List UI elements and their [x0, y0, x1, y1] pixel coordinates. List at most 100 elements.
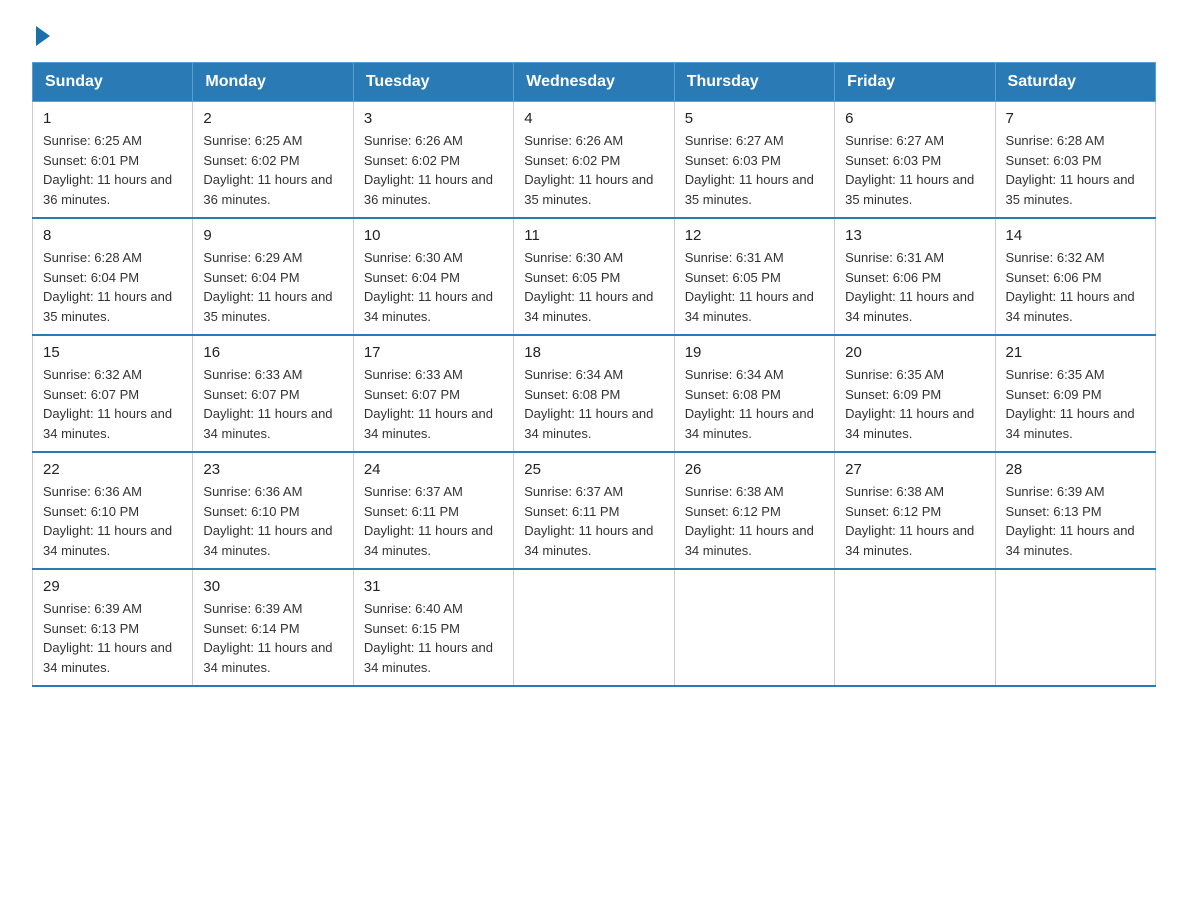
day-info: Sunrise: 6:37 AM Sunset: 6:11 PM Dayligh… — [364, 482, 503, 560]
calendar-day-18: 18 Sunrise: 6:34 AM Sunset: 6:08 PM Dayl… — [514, 335, 674, 452]
day-number: 2 — [203, 110, 342, 127]
calendar-day-30: 30 Sunrise: 6:39 AM Sunset: 6:14 PM Dayl… — [193, 569, 353, 686]
column-header-friday: Friday — [835, 63, 995, 102]
day-number: 8 — [43, 227, 182, 244]
calendar-day-16: 16 Sunrise: 6:33 AM Sunset: 6:07 PM Dayl… — [193, 335, 353, 452]
calendar-day-28: 28 Sunrise: 6:39 AM Sunset: 6:13 PM Dayl… — [995, 452, 1155, 569]
calendar-day-8: 8 Sunrise: 6:28 AM Sunset: 6:04 PM Dayli… — [33, 218, 193, 335]
day-info: Sunrise: 6:38 AM Sunset: 6:12 PM Dayligh… — [685, 482, 824, 560]
calendar-day-14: 14 Sunrise: 6:32 AM Sunset: 6:06 PM Dayl… — [995, 218, 1155, 335]
day-info: Sunrise: 6:40 AM Sunset: 6:15 PM Dayligh… — [364, 599, 503, 677]
calendar-week-2: 8 Sunrise: 6:28 AM Sunset: 6:04 PM Dayli… — [33, 218, 1156, 335]
calendar-day-10: 10 Sunrise: 6:30 AM Sunset: 6:04 PM Dayl… — [353, 218, 513, 335]
calendar-day-29: 29 Sunrise: 6:39 AM Sunset: 6:13 PM Dayl… — [33, 569, 193, 686]
day-info: Sunrise: 6:36 AM Sunset: 6:10 PM Dayligh… — [43, 482, 182, 560]
calendar-day-3: 3 Sunrise: 6:26 AM Sunset: 6:02 PM Dayli… — [353, 102, 513, 219]
day-info: Sunrise: 6:26 AM Sunset: 6:02 PM Dayligh… — [364, 131, 503, 209]
day-info: Sunrise: 6:36 AM Sunset: 6:10 PM Dayligh… — [203, 482, 342, 560]
day-info: Sunrise: 6:38 AM Sunset: 6:12 PM Dayligh… — [845, 482, 984, 560]
day-info: Sunrise: 6:30 AM Sunset: 6:04 PM Dayligh… — [364, 248, 503, 326]
day-info: Sunrise: 6:34 AM Sunset: 6:08 PM Dayligh… — [524, 365, 663, 443]
calendar-day-5: 5 Sunrise: 6:27 AM Sunset: 6:03 PM Dayli… — [674, 102, 834, 219]
day-number: 17 — [364, 344, 503, 361]
calendar-day-22: 22 Sunrise: 6:36 AM Sunset: 6:10 PM Dayl… — [33, 452, 193, 569]
day-number: 14 — [1006, 227, 1145, 244]
calendar-day-7: 7 Sunrise: 6:28 AM Sunset: 6:03 PM Dayli… — [995, 102, 1155, 219]
day-info: Sunrise: 6:32 AM Sunset: 6:06 PM Dayligh… — [1006, 248, 1145, 326]
logo — [32, 24, 50, 42]
calendar-day-9: 9 Sunrise: 6:29 AM Sunset: 6:04 PM Dayli… — [193, 218, 353, 335]
day-info: Sunrise: 6:30 AM Sunset: 6:05 PM Dayligh… — [524, 248, 663, 326]
day-number: 24 — [364, 461, 503, 478]
column-header-thursday: Thursday — [674, 63, 834, 102]
day-number: 15 — [43, 344, 182, 361]
calendar-day-31: 31 Sunrise: 6:40 AM Sunset: 6:15 PM Dayl… — [353, 569, 513, 686]
calendar-day-6: 6 Sunrise: 6:27 AM Sunset: 6:03 PM Dayli… — [835, 102, 995, 219]
day-info: Sunrise: 6:39 AM Sunset: 6:13 PM Dayligh… — [1006, 482, 1145, 560]
day-info: Sunrise: 6:33 AM Sunset: 6:07 PM Dayligh… — [364, 365, 503, 443]
day-info: Sunrise: 6:31 AM Sunset: 6:05 PM Dayligh… — [685, 248, 824, 326]
day-number: 3 — [364, 110, 503, 127]
calendar-day-4: 4 Sunrise: 6:26 AM Sunset: 6:02 PM Dayli… — [514, 102, 674, 219]
calendar-day-23: 23 Sunrise: 6:36 AM Sunset: 6:10 PM Dayl… — [193, 452, 353, 569]
day-info: Sunrise: 6:35 AM Sunset: 6:09 PM Dayligh… — [845, 365, 984, 443]
day-info: Sunrise: 6:34 AM Sunset: 6:08 PM Dayligh… — [685, 365, 824, 443]
day-info: Sunrise: 6:39 AM Sunset: 6:14 PM Dayligh… — [203, 599, 342, 677]
calendar-day-11: 11 Sunrise: 6:30 AM Sunset: 6:05 PM Dayl… — [514, 218, 674, 335]
day-number: 20 — [845, 344, 984, 361]
day-number: 7 — [1006, 110, 1145, 127]
day-number: 30 — [203, 578, 342, 595]
calendar-day-21: 21 Sunrise: 6:35 AM Sunset: 6:09 PM Dayl… — [995, 335, 1155, 452]
empty-cell — [674, 569, 834, 686]
day-number: 1 — [43, 110, 182, 127]
day-number: 10 — [364, 227, 503, 244]
day-number: 27 — [845, 461, 984, 478]
calendar-day-15: 15 Sunrise: 6:32 AM Sunset: 6:07 PM Dayl… — [33, 335, 193, 452]
day-number: 29 — [43, 578, 182, 595]
day-number: 11 — [524, 227, 663, 244]
calendar-week-3: 15 Sunrise: 6:32 AM Sunset: 6:07 PM Dayl… — [33, 335, 1156, 452]
calendar-day-20: 20 Sunrise: 6:35 AM Sunset: 6:09 PM Dayl… — [835, 335, 995, 452]
day-info: Sunrise: 6:25 AM Sunset: 6:01 PM Dayligh… — [43, 131, 182, 209]
day-info: Sunrise: 6:29 AM Sunset: 6:04 PM Dayligh… — [203, 248, 342, 326]
day-number: 28 — [1006, 461, 1145, 478]
empty-cell — [995, 569, 1155, 686]
day-number: 25 — [524, 461, 663, 478]
day-info: Sunrise: 6:37 AM Sunset: 6:11 PM Dayligh… — [524, 482, 663, 560]
calendar-week-4: 22 Sunrise: 6:36 AM Sunset: 6:10 PM Dayl… — [33, 452, 1156, 569]
day-info: Sunrise: 6:39 AM Sunset: 6:13 PM Dayligh… — [43, 599, 182, 677]
calendar-day-27: 27 Sunrise: 6:38 AM Sunset: 6:12 PM Dayl… — [835, 452, 995, 569]
empty-cell — [835, 569, 995, 686]
day-number: 16 — [203, 344, 342, 361]
day-info: Sunrise: 6:28 AM Sunset: 6:03 PM Dayligh… — [1006, 131, 1145, 209]
logo-triangle-icon — [36, 26, 50, 46]
column-header-sunday: Sunday — [33, 63, 193, 102]
day-info: Sunrise: 6:32 AM Sunset: 6:07 PM Dayligh… — [43, 365, 182, 443]
calendar-table: SundayMondayTuesdayWednesdayThursdayFrid… — [32, 62, 1156, 687]
day-number: 22 — [43, 461, 182, 478]
calendar-day-2: 2 Sunrise: 6:25 AM Sunset: 6:02 PM Dayli… — [193, 102, 353, 219]
calendar-day-25: 25 Sunrise: 6:37 AM Sunset: 6:11 PM Dayl… — [514, 452, 674, 569]
calendar-day-17: 17 Sunrise: 6:33 AM Sunset: 6:07 PM Dayl… — [353, 335, 513, 452]
day-info: Sunrise: 6:27 AM Sunset: 6:03 PM Dayligh… — [845, 131, 984, 209]
day-number: 4 — [524, 110, 663, 127]
calendar-week-5: 29 Sunrise: 6:39 AM Sunset: 6:13 PM Dayl… — [33, 569, 1156, 686]
calendar-header: SundayMondayTuesdayWednesdayThursdayFrid… — [33, 63, 1156, 102]
day-info: Sunrise: 6:35 AM Sunset: 6:09 PM Dayligh… — [1006, 365, 1145, 443]
day-info: Sunrise: 6:25 AM Sunset: 6:02 PM Dayligh… — [203, 131, 342, 209]
day-info: Sunrise: 6:27 AM Sunset: 6:03 PM Dayligh… — [685, 131, 824, 209]
calendar-day-24: 24 Sunrise: 6:37 AM Sunset: 6:11 PM Dayl… — [353, 452, 513, 569]
column-header-monday: Monday — [193, 63, 353, 102]
empty-cell — [514, 569, 674, 686]
day-info: Sunrise: 6:28 AM Sunset: 6:04 PM Dayligh… — [43, 248, 182, 326]
day-number: 9 — [203, 227, 342, 244]
calendar-week-1: 1 Sunrise: 6:25 AM Sunset: 6:01 PM Dayli… — [33, 102, 1156, 219]
calendar-body: 1 Sunrise: 6:25 AM Sunset: 6:01 PM Dayli… — [33, 102, 1156, 687]
calendar-day-12: 12 Sunrise: 6:31 AM Sunset: 6:05 PM Dayl… — [674, 218, 834, 335]
day-info: Sunrise: 6:31 AM Sunset: 6:06 PM Dayligh… — [845, 248, 984, 326]
calendar-day-19: 19 Sunrise: 6:34 AM Sunset: 6:08 PM Dayl… — [674, 335, 834, 452]
day-number: 18 — [524, 344, 663, 361]
day-number: 12 — [685, 227, 824, 244]
day-number: 19 — [685, 344, 824, 361]
day-number: 6 — [845, 110, 984, 127]
